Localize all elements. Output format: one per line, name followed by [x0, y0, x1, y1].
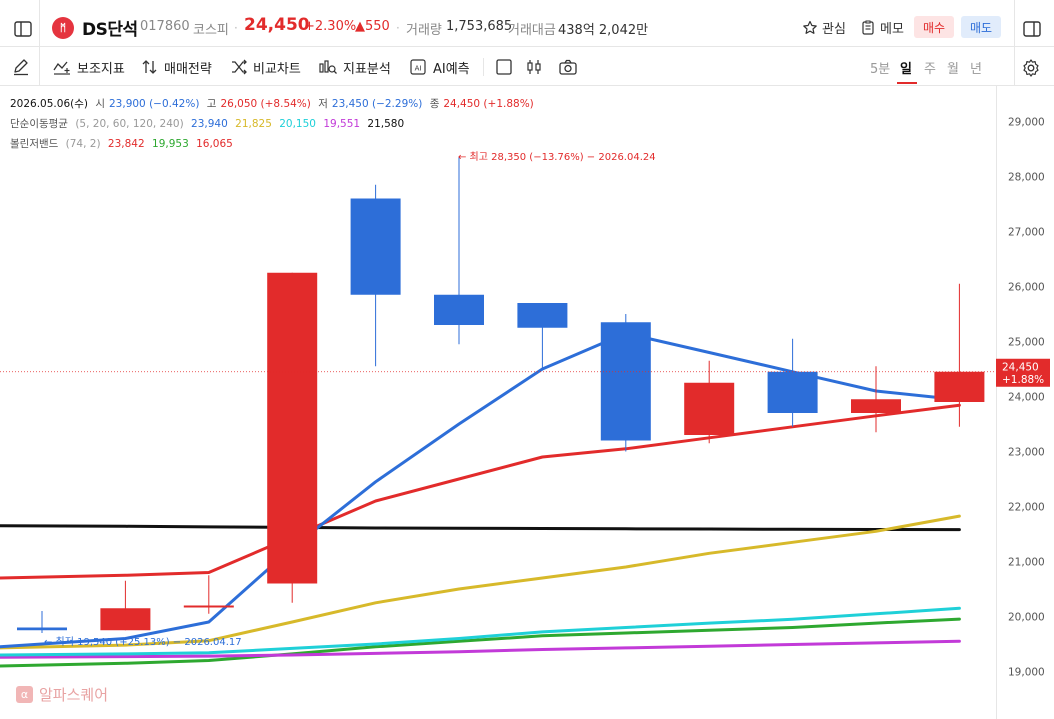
open-label: 시	[95, 98, 105, 110]
y-axis-tick-label: 26,000	[1008, 282, 1045, 294]
low-value: 23,450 (−2.29%)	[331, 98, 423, 110]
candle-body	[17, 627, 67, 631]
candle	[517, 303, 568, 369]
ma240-value: 21,580	[367, 118, 405, 130]
high-label: 고	[206, 98, 217, 110]
y-axis-tick-label: 21,000	[1008, 557, 1045, 569]
bb-label: 볼린저밴드	[10, 138, 59, 150]
ma5-value: 23,940	[191, 118, 228, 130]
low-label: 저	[318, 98, 328, 110]
bb-upper-line	[0, 403, 961, 580]
alphasquare-logo-icon: α	[16, 686, 33, 703]
y-axis-tick-label: 27,000	[1008, 227, 1045, 239]
ma20-value: 21,825	[235, 118, 272, 130]
bb-mid-value: 19,953	[152, 138, 189, 150]
candle-body	[350, 198, 401, 295]
close-label: 종	[429, 98, 440, 110]
candle	[600, 314, 651, 452]
y-axis-tick-label: 19,000	[1008, 667, 1045, 679]
candle	[434, 157, 484, 345]
ma60-value: 20,150	[279, 118, 316, 130]
candle-body	[517, 303, 568, 328]
min-price-annotation: ← 최저 19,540 (+25.13%) − 2026.04.17	[44, 636, 242, 648]
candle-body	[600, 322, 651, 441]
y-axis-tick-label: 23,000	[1008, 447, 1045, 459]
last-pct-label: +1.88%	[1002, 374, 1044, 386]
candle-body	[851, 399, 901, 413]
y-axis-tick-label: 28,000	[1008, 172, 1045, 184]
ma120-value: 19,551	[323, 118, 361, 130]
candle-body	[934, 371, 985, 402]
watermark-text: 알파스퀘어	[39, 686, 109, 704]
open-value: 23,900 (−0.42%)	[109, 98, 200, 110]
candle	[17, 611, 67, 633]
y-axis-tick-label: 22,000	[1008, 502, 1045, 514]
candle-body	[100, 608, 151, 631]
bb-upper-value: 23,842	[107, 138, 145, 150]
candle-body	[684, 382, 735, 435]
candle-body	[267, 272, 318, 584]
ma-label: 단순이동평균	[10, 118, 68, 130]
candle	[767, 338, 818, 427]
y-axis-tick-label: 29,000	[1008, 117, 1045, 129]
candle	[684, 360, 735, 444]
candle-body	[434, 294, 484, 325]
ma240-line	[0, 524, 961, 532]
watermark: α 알파스퀘어	[16, 684, 108, 705]
candle	[267, 272, 318, 603]
ma-params: (5, 20, 60, 120, 240)	[75, 118, 184, 130]
y-axis-tick-label: 24,000	[1008, 392, 1045, 404]
max-price-annotation: ← 최고 28,350 (−13.76%) − 2026.04.24	[458, 151, 656, 163]
candle-body	[183, 605, 234, 608]
bb-params: (74, 2)	[65, 138, 101, 150]
ma-info-row[interactable]: 단순이동평균 (5, 20, 60, 120, 240) 23,940 21,8…	[10, 116, 408, 131]
last-price-label: 24,450	[1002, 361, 1039, 373]
candle	[350, 184, 401, 367]
high-value: 26,050 (+8.54%)	[220, 98, 311, 110]
ohlc-date: 2026.05.06(수)	[10, 98, 88, 110]
close-value: 24,450 (+1.88%)	[443, 98, 534, 110]
bb-lower-value: 16,065	[196, 138, 233, 150]
candle	[851, 366, 901, 433]
bb-info-row[interactable]: 볼린저밴드 (74, 2) 23,842 19,953 16,065	[10, 136, 237, 151]
y-axis-tick-label: 20,000	[1008, 612, 1045, 624]
candle	[100, 580, 151, 631]
candle	[934, 283, 985, 427]
ohlc-info-row: 2026.05.06(수) 시 23,900 (−0.42%) 고 26,050 (…	[10, 96, 538, 111]
y-axis-tick-label: 25,000	[1008, 337, 1045, 349]
candle-body	[767, 371, 818, 413]
